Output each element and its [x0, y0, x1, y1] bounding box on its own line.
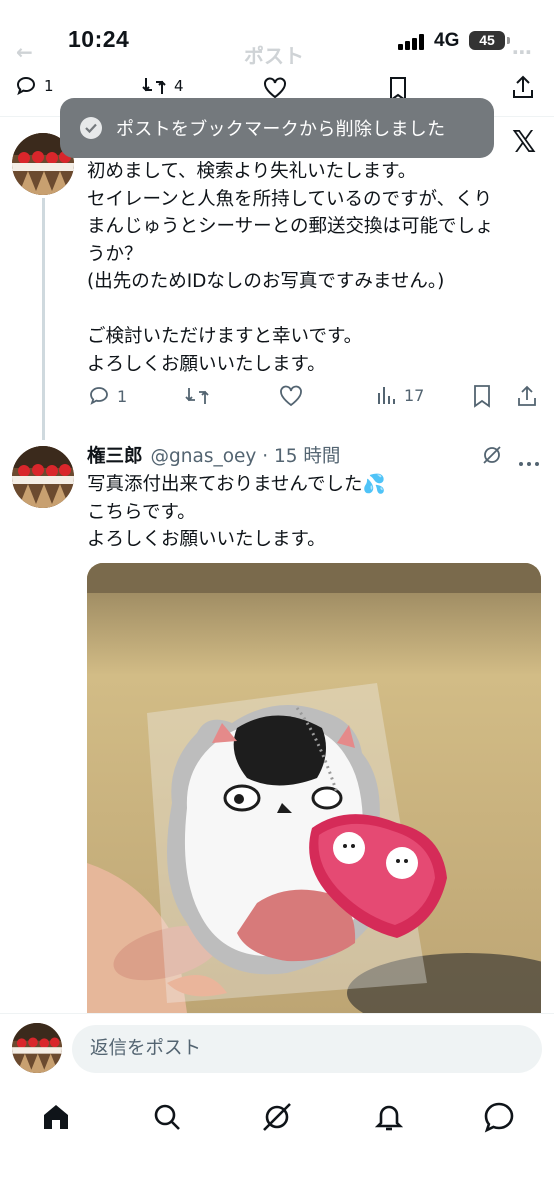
reply-input[interactable]: 返信をポスト: [72, 1025, 542, 1073]
avatar[interactable]: [12, 1023, 62, 1073]
heart-icon: [280, 385, 302, 407]
bookmark-button[interactable]: [471, 384, 493, 408]
views-count: 17: [404, 385, 425, 405]
more-menu-icon[interactable]: ⋯: [512, 40, 532, 64]
nav-messages[interactable]: [481, 1099, 517, 1135]
messages-icon: [484, 1102, 514, 1133]
retweet-icon: [185, 388, 209, 404]
battery-tip: [507, 37, 510, 44]
battery-icon: 45: [469, 31, 505, 50]
author-name[interactable]: 権三郎: [87, 442, 143, 468]
heart-icon: [264, 77, 286, 99]
reply-button[interactable]: 1: [87, 384, 127, 408]
tweet-header: 権三郎 @gnas_oey · 15 時間: [87, 442, 340, 468]
page-title: ポスト: [244, 44, 304, 68]
retweet-button[interactable]: [183, 384, 211, 408]
retweet-icon: [142, 78, 166, 94]
avatar[interactable]: [12, 446, 74, 508]
reply-count: 1: [117, 386, 128, 406]
share-icon: [518, 385, 536, 406]
grok-icon: [263, 1103, 291, 1131]
author-handle-time[interactable]: @gnas_oey · 15 時間: [151, 442, 341, 468]
tweet-photo[interactable]: [87, 563, 541, 1013]
reply-icon: [90, 387, 108, 405]
back-arrow-icon[interactable]: ←: [16, 40, 33, 64]
prev-like-button[interactable]: [262, 76, 288, 100]
home-icon: [44, 1105, 68, 1129]
more-options-icon[interactable]: [518, 452, 540, 471]
prev-reply-button[interactable]: 1: [14, 74, 54, 98]
share-button[interactable]: [515, 384, 539, 408]
bell-icon: [374, 1105, 404, 1131]
prev-share-button[interactable]: [510, 74, 536, 100]
views-icon: [378, 387, 395, 404]
nav-home[interactable]: [38, 1099, 74, 1135]
search-icon: [154, 1104, 180, 1130]
nav-notifications[interactable]: [371, 1099, 407, 1135]
status-bar: ← ポスト ⋯ 10:24 4G 45: [0, 0, 554, 78]
views-button[interactable]: 17: [376, 384, 424, 406]
share-icon: [513, 75, 533, 98]
toast-message: ポストをブックマークから削除しました: [116, 119, 446, 140]
reply-bar: 返信をポスト: [0, 1013, 554, 1085]
prev-retweet-count: 4: [174, 77, 184, 95]
tweet-actions: 1 17: [0, 384, 554, 412]
nav-search[interactable]: [149, 1099, 185, 1135]
check-icon: [80, 117, 102, 139]
tweet-text: 写真添付出来ておりませんでした💦 こちらです。 よろしくお願いいたします。: [87, 474, 386, 550]
prev-retweet-button[interactable]: 4: [140, 74, 184, 98]
grok-icon[interactable]: [481, 444, 503, 470]
bookmark-icon: [474, 385, 490, 408]
reply-icon: [16, 76, 36, 96]
bottom-nav: [0, 1085, 554, 1200]
status-time: 10:24: [68, 26, 130, 52]
nav-grok[interactable]: [259, 1099, 295, 1135]
signal-icon: [398, 34, 428, 50]
like-button[interactable]: [278, 384, 304, 408]
tweet-text: 初めまして、検索より失礼いたします。 セイレーンと人魚を所持しているのですが、く…: [87, 161, 494, 375]
bookmark-removed-toast: ポストをブックマークから削除しました: [60, 98, 494, 158]
network-label: 4G: [434, 30, 460, 51]
prev-reply-count: 1: [44, 77, 54, 95]
x-logo-icon: 𝕏: [512, 125, 537, 160]
